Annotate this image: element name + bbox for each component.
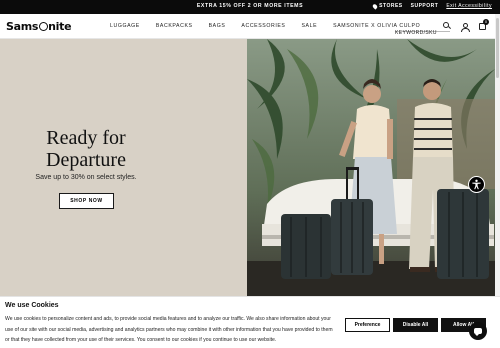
hero-image [247,39,495,296]
stores-label: STORES [379,3,403,9]
page-scrollbar[interactable] [495,14,500,296]
accessibility-icon [472,179,481,190]
hero-photo-illustration [247,39,495,296]
utility-links: STORES SUPPORT Exit Accessibility [371,2,492,10]
shop-now-button[interactable]: SHOP NOW [59,193,114,209]
accessibility-button[interactable] [468,176,485,193]
hero-title-line-2: Departure [46,149,126,171]
logo-text-right: nite [48,20,72,33]
chat-button[interactable] [469,322,487,340]
search-box [395,21,450,38]
support-link[interactable]: SUPPORT [411,3,439,9]
logo-mark [38,22,48,31]
nav-luggage[interactable]: LUGGAGE [110,23,140,29]
search-input[interactable] [395,28,440,38]
hero-title-line-1: Ready for [46,127,126,149]
pin-icon [371,2,379,10]
cookie-preference-button[interactable]: Preference [345,318,390,332]
cart-count-badge: 0 [483,19,489,25]
hero-title: Ready for Departure [0,127,172,171]
cookie-banner: We use Cookies We use cookies to persona… [0,296,500,348]
user-icon[interactable] [461,23,470,32]
cookie-title: We use Cookies [5,302,59,309]
logo-text-left: Sams [6,20,39,33]
exit-accessibility-link[interactable]: Exit Accessibility [446,3,492,9]
nav-accessories[interactable]: ACCESSORIES [241,23,285,29]
nav-backpacks[interactable]: BACKPACKS [156,23,193,29]
scrollbar-thumb[interactable] [496,18,499,78]
nav-sale[interactable]: SALE [302,23,318,29]
cookie-disable-all-button[interactable]: Disable All [393,318,438,332]
hero-text-panel: Ready for Departure Save up to 30% on se… [0,39,247,296]
cookie-description: We use cookies to personalize content an… [5,316,333,343]
main-header: Sams nite LUGGAGE BACKPACKS BAGS ACCESSOR… [0,14,500,39]
hero-subtitle: Save up to 30% on select styles. [35,174,137,181]
promo-bar: EXTRA 15% OFF 2 OR MORE ITEMS STORES SUP… [0,0,500,14]
chat-icon [474,328,482,336]
samsonite-logo[interactable]: Sams nite [6,20,72,33]
stores-link[interactable]: STORES [371,2,403,10]
search-icon[interactable] [443,22,449,28]
nav-bags[interactable]: BAGS [209,23,226,29]
main-nav: LUGGAGE BACKPACKS BAGS ACCESSORIES SALE … [110,23,420,29]
